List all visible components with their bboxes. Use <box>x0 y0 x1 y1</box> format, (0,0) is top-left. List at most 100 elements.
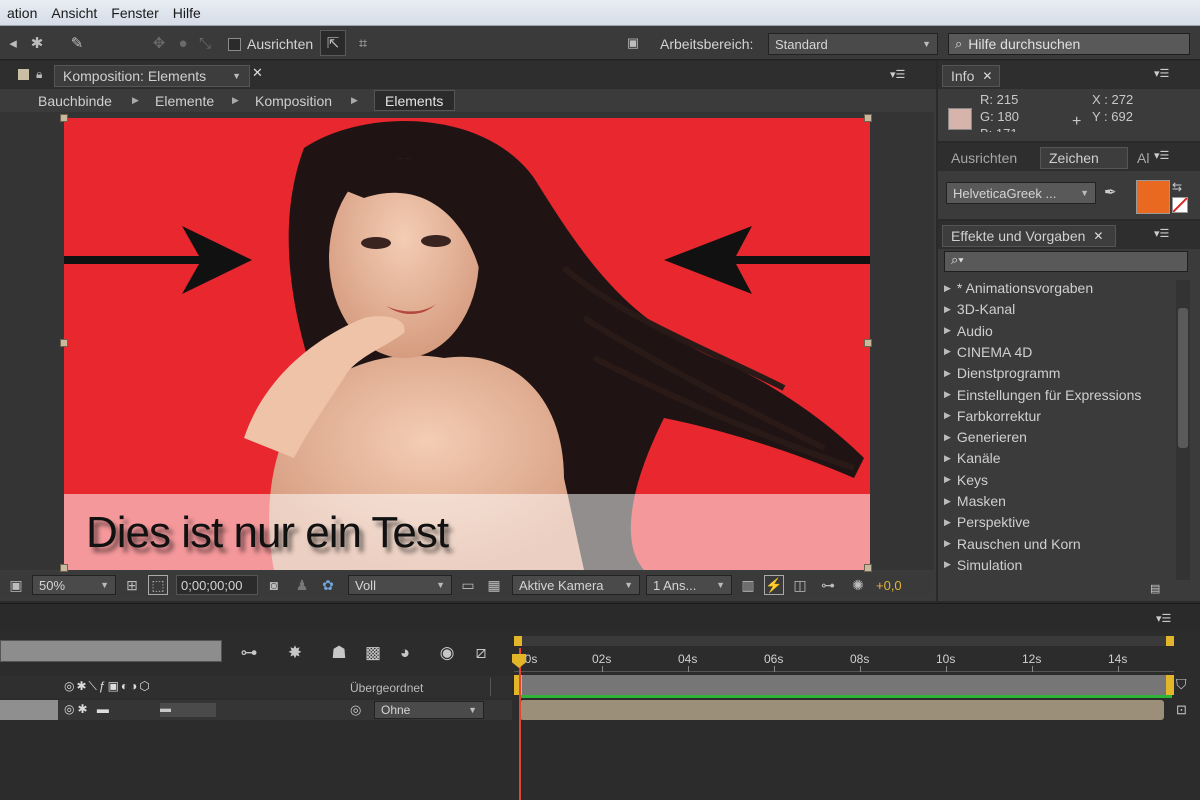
effect-category[interactable]: ▶ CINEMA 4D <box>944 344 1032 360</box>
help-search-field[interactable]: ⌕ Hilfe durchsuchen <box>948 33 1190 55</box>
frame-blending-icon[interactable]: ▩ <box>360 640 386 666</box>
graph-editor-icon[interactable]: ⧄ <box>468 640 494 666</box>
menu-fenster[interactable]: Fenster <box>104 5 165 21</box>
time-ruler[interactable]: 00s 02s 04s 06s 08s 10s 12s 14s <box>514 648 1174 672</box>
timecode-display[interactable]: 0;00;00;00 <box>176 575 258 595</box>
tab-info[interactable]: Info ✕ <box>942 65 1000 87</box>
expand-triangle-icon[interactable]: ▶ <box>944 474 951 485</box>
tool-arrow-icon[interactable]: ◂ <box>0 30 26 56</box>
close-icon[interactable]: ✕ <box>1093 229 1103 243</box>
scrollbar-thumb[interactable] <box>1178 308 1188 448</box>
panel-menu-icon[interactable]: ▾☰ <box>1156 612 1171 625</box>
timeline-icon[interactable]: ◫ <box>790 575 810 595</box>
workspace-dropdown[interactable]: Standard ▼ <box>768 33 938 55</box>
fast-preview-icon[interactable]: ▭ <box>458 575 478 595</box>
zoom-dropdown[interactable]: 50% ▼ <box>32 575 116 595</box>
ausrichten-checkbox[interactable]: Ausrichten <box>228 36 313 52</box>
rgb-channels-icon[interactable]: ✿ <box>318 575 338 595</box>
effect-category[interactable]: ▶ Kanäle <box>944 450 1001 466</box>
ausrichten-check-box[interactable] <box>228 37 241 51</box>
effect-category[interactable]: ▶ Einstellungen für Expressions <box>944 387 1141 403</box>
breadcrumb-elemente[interactable]: Elemente <box>155 93 214 109</box>
effects-scrollbar[interactable] <box>1176 280 1190 580</box>
effects-search-field[interactable]: ⌕▾ <box>944 251 1188 272</box>
menu-hilfe[interactable]: Hilfe <box>166 5 208 21</box>
panel-menu-icon[interactable]: ▾☰ <box>1154 149 1169 162</box>
parent-dropdown[interactable]: Ohne ▼ <box>374 701 484 719</box>
exposure-icon[interactable]: ✺ <box>848 575 868 595</box>
bbox-handle[interactable] <box>60 564 68 572</box>
expand-triangle-icon[interactable]: ▶ <box>944 453 951 464</box>
current-time-indicator[interactable] <box>519 648 521 800</box>
channel-icon[interactable]: ♟ <box>292 575 312 595</box>
puppet-tool-icon[interactable]: ✱ <box>24 30 50 56</box>
workspace-icon[interactable]: ▣ <box>620 30 646 56</box>
pin-tool-icon[interactable]: ✎ <box>64 30 90 56</box>
bbox-handle[interactable] <box>864 339 872 347</box>
panel-menu-icon[interactable]: ▾☰ <box>1154 67 1169 80</box>
expand-triangle-icon[interactable]: ▶ <box>944 538 951 549</box>
lower-third-text[interactable]: Dies ist nur ein Test <box>86 508 449 558</box>
tab-zeichen[interactable]: Zeichen <box>1040 147 1128 169</box>
effect-category[interactable]: ▶ Farbkorrektur <box>944 408 1041 424</box>
flowchart-icon[interactable]: ⊶ <box>818 575 838 595</box>
expand-triangle-icon[interactable]: ▶ <box>944 283 951 294</box>
font-dropdown[interactable]: HelveticaGreek ... ▼ <box>946 182 1096 204</box>
always-preview-icon[interactable]: ▣ <box>6 575 26 595</box>
shield-icon[interactable]: ⛉ <box>1176 676 1187 693</box>
close-icon[interactable]: ✕ <box>252 65 263 81</box>
draft-3d-icon[interactable]: ✸ <box>282 640 308 666</box>
pickwhip-icon[interactable]: ◎ <box>350 702 361 718</box>
layer-row[interactable]: ◎✱ ▬ ▬ ◎ Ohne ▼ <box>0 700 512 720</box>
breadcrumb-bauchbinde[interactable]: Bauchbinde <box>38 93 112 109</box>
exposure-value[interactable]: +0,0 <box>876 578 902 593</box>
tab-effects[interactable]: Effekte und Vorgaben ✕ <box>942 225 1116 247</box>
bbox-handle[interactable] <box>60 114 68 122</box>
layer-switches-icon[interactable]: ◎✱ ▬ <box>64 702 112 716</box>
effect-category[interactable]: ▶ Dienstprogramm <box>944 365 1060 381</box>
region-of-interest-icon[interactable]: ⬚ <box>148 575 168 595</box>
expand-triangle-icon[interactable]: ▶ <box>944 346 951 357</box>
menu-ansicht[interactable]: Ansicht <box>44 5 104 21</box>
transparency-grid-icon[interactable]: ▦ <box>484 575 504 595</box>
tab-ausrichten[interactable]: Ausrichten <box>942 147 1034 169</box>
breadcrumb-elements[interactable]: Elements <box>374 90 455 111</box>
effect-category[interactable]: ▶ Generieren <box>944 429 1027 445</box>
effect-category[interactable]: ▶ Perspektive <box>944 514 1030 530</box>
expand-triangle-icon[interactable]: ▶ <box>944 559 951 570</box>
expand-triangle-icon[interactable]: ▶ <box>944 496 951 507</box>
expand-triangle-icon[interactable]: ▶ <box>944 325 951 336</box>
expand-triangle-icon[interactable]: ▶ <box>944 368 951 379</box>
work-area-start-handle[interactable] <box>514 636 522 646</box>
snap-features-icon[interactable]: ⌗ <box>350 30 376 56</box>
fast-previews-icon[interactable]: ⚡ <box>764 575 784 595</box>
motion-blur-icon[interactable]: ◕ <box>392 640 418 666</box>
bbox-handle[interactable] <box>864 564 872 572</box>
comp-mini-flowchart-icon[interactable]: ⊶ <box>236 640 262 666</box>
expand-triangle-icon[interactable]: ▶ <box>944 389 951 400</box>
toggle-pixel-aspect-icon[interactable]: ▥ <box>738 575 758 595</box>
work-area-end-handle[interactable] <box>1166 636 1174 646</box>
effect-category[interactable]: ▶ Keys <box>944 472 988 488</box>
effect-category[interactable]: ▶ Audio <box>944 323 993 339</box>
panel-menu-icon[interactable]: ▾☰ <box>1154 227 1169 240</box>
safe-zones-icon[interactable]: ⊞ <box>122 575 142 595</box>
composition-canvas[interactable]: Dies ist nur ein Test <box>64 118 870 570</box>
breadcrumb-komposition[interactable]: Komposition <box>255 93 332 109</box>
stroke-none-swatch[interactable] <box>1172 197 1188 213</box>
close-icon[interactable]: ✕ <box>982 69 992 83</box>
work-area-bar[interactable] <box>514 636 1174 646</box>
bbox-handle[interactable] <box>864 114 872 122</box>
menu-animation[interactable]: ation <box>0 5 44 21</box>
timeline-search-field[interactable] <box>0 640 222 662</box>
fill-color-swatch[interactable] <box>1136 180 1170 214</box>
swap-icon[interactable]: ⇆ <box>1172 180 1182 194</box>
comp-button-icon[interactable]: ⊡ <box>1176 702 1187 718</box>
expand-triangle-icon[interactable]: ▶ <box>944 304 951 315</box>
layer-duration-bar[interactable] <box>520 700 1164 720</box>
hide-shy-layers-icon[interactable]: ☗ <box>326 640 352 666</box>
camera-icon[interactable]: ◙ <box>264 575 284 595</box>
new-folder-icon[interactable]: ▤ <box>1150 582 1160 595</box>
effect-category[interactable]: ▶ * Animationsvorgaben <box>944 280 1093 296</box>
comp-end-marker[interactable] <box>1166 675 1174 695</box>
